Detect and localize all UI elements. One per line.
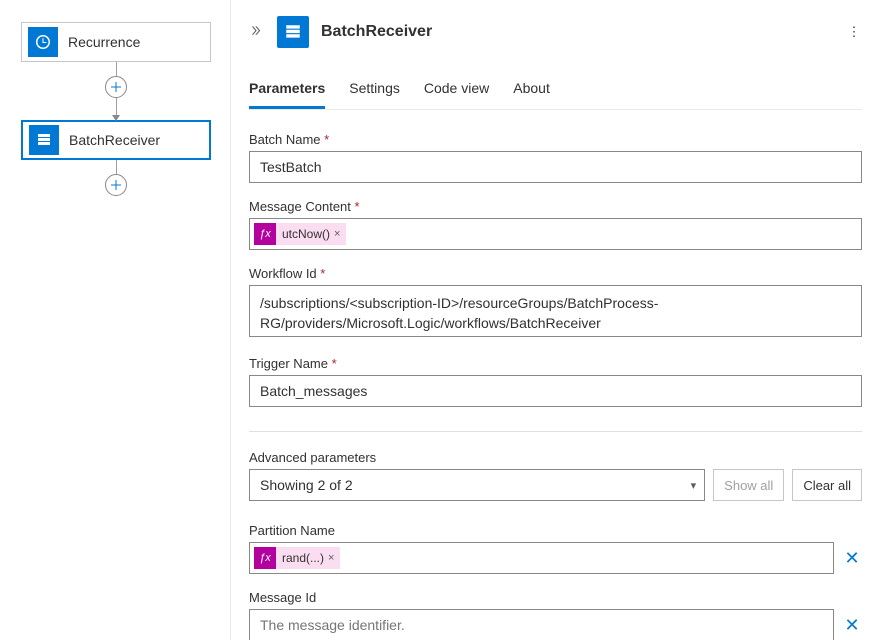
advanced-parameters-heading: Advanced parameters — [249, 450, 862, 465]
workflow-id-input[interactable] — [249, 285, 862, 337]
message-id-input[interactable] — [249, 609, 834, 640]
batch-icon — [29, 125, 59, 155]
workflow-canvas: Recurrence BatchReceiver — [0, 0, 230, 640]
node-batchreceiver[interactable]: BatchReceiver — [21, 120, 211, 160]
collapse-icon[interactable] — [249, 25, 265, 39]
chevron-down-icon: ▾ — [691, 479, 697, 492]
expression-token[interactable]: ƒx utcNow() × — [254, 223, 346, 245]
field-label-message-id: Message Id — [249, 590, 862, 605]
tab-parameters[interactable]: Parameters — [249, 74, 325, 109]
connector — [105, 62, 127, 120]
batch-icon — [277, 16, 309, 48]
node-label: Recurrence — [68, 34, 140, 50]
tab-about[interactable]: About — [513, 74, 550, 109]
message-content-input[interactable]: ƒx utcNow() × — [249, 218, 862, 250]
field-label-batch-name: Batch Name * — [249, 132, 862, 147]
tab-bar: Parameters Settings Code view About — [249, 74, 862, 110]
trigger-name-input[interactable] — [249, 375, 862, 407]
field-label-workflow-id: Workflow Id * — [249, 266, 862, 281]
tab-code-view[interactable]: Code view — [424, 74, 489, 109]
fx-icon: ƒx — [254, 547, 276, 569]
more-icon[interactable]: ⋮ — [846, 24, 862, 40]
divider — [249, 431, 862, 432]
panel-title: BatchReceiver — [321, 23, 432, 41]
add-step-button[interactable] — [105, 174, 127, 196]
remove-token-icon[interactable]: × — [334, 228, 340, 240]
partition-name-input[interactable]: ƒx rand(...) × — [249, 542, 834, 574]
add-step-button[interactable] — [105, 76, 127, 98]
node-label: BatchReceiver — [69, 132, 160, 148]
fx-icon: ƒx — [254, 223, 276, 245]
field-label-message-content: Message Content * — [249, 199, 862, 214]
connector — [105, 160, 127, 196]
field-label-partition-name: Partition Name — [249, 523, 862, 538]
field-label-trigger-name: Trigger Name * — [249, 356, 862, 371]
clear-all-button[interactable]: Clear all — [792, 469, 862, 501]
batch-name-input[interactable] — [249, 151, 862, 183]
clear-field-icon[interactable]: ✕ — [842, 616, 862, 634]
tab-settings[interactable]: Settings — [349, 74, 400, 109]
advanced-parameters-select[interactable]: Showing 2 of 2 ▾ — [249, 469, 705, 501]
panel-header: BatchReceiver ⋮ — [249, 16, 862, 48]
expression-token[interactable]: ƒx rand(...) × — [254, 547, 340, 569]
clock-icon — [28, 27, 58, 57]
remove-token-icon[interactable]: × — [328, 552, 334, 564]
node-recurrence[interactable]: Recurrence — [21, 22, 211, 62]
details-panel: BatchReceiver ⋮ Parameters Settings Code… — [230, 0, 880, 640]
clear-field-icon[interactable]: ✕ — [842, 549, 862, 567]
show-all-button[interactable]: Show all — [713, 469, 784, 501]
